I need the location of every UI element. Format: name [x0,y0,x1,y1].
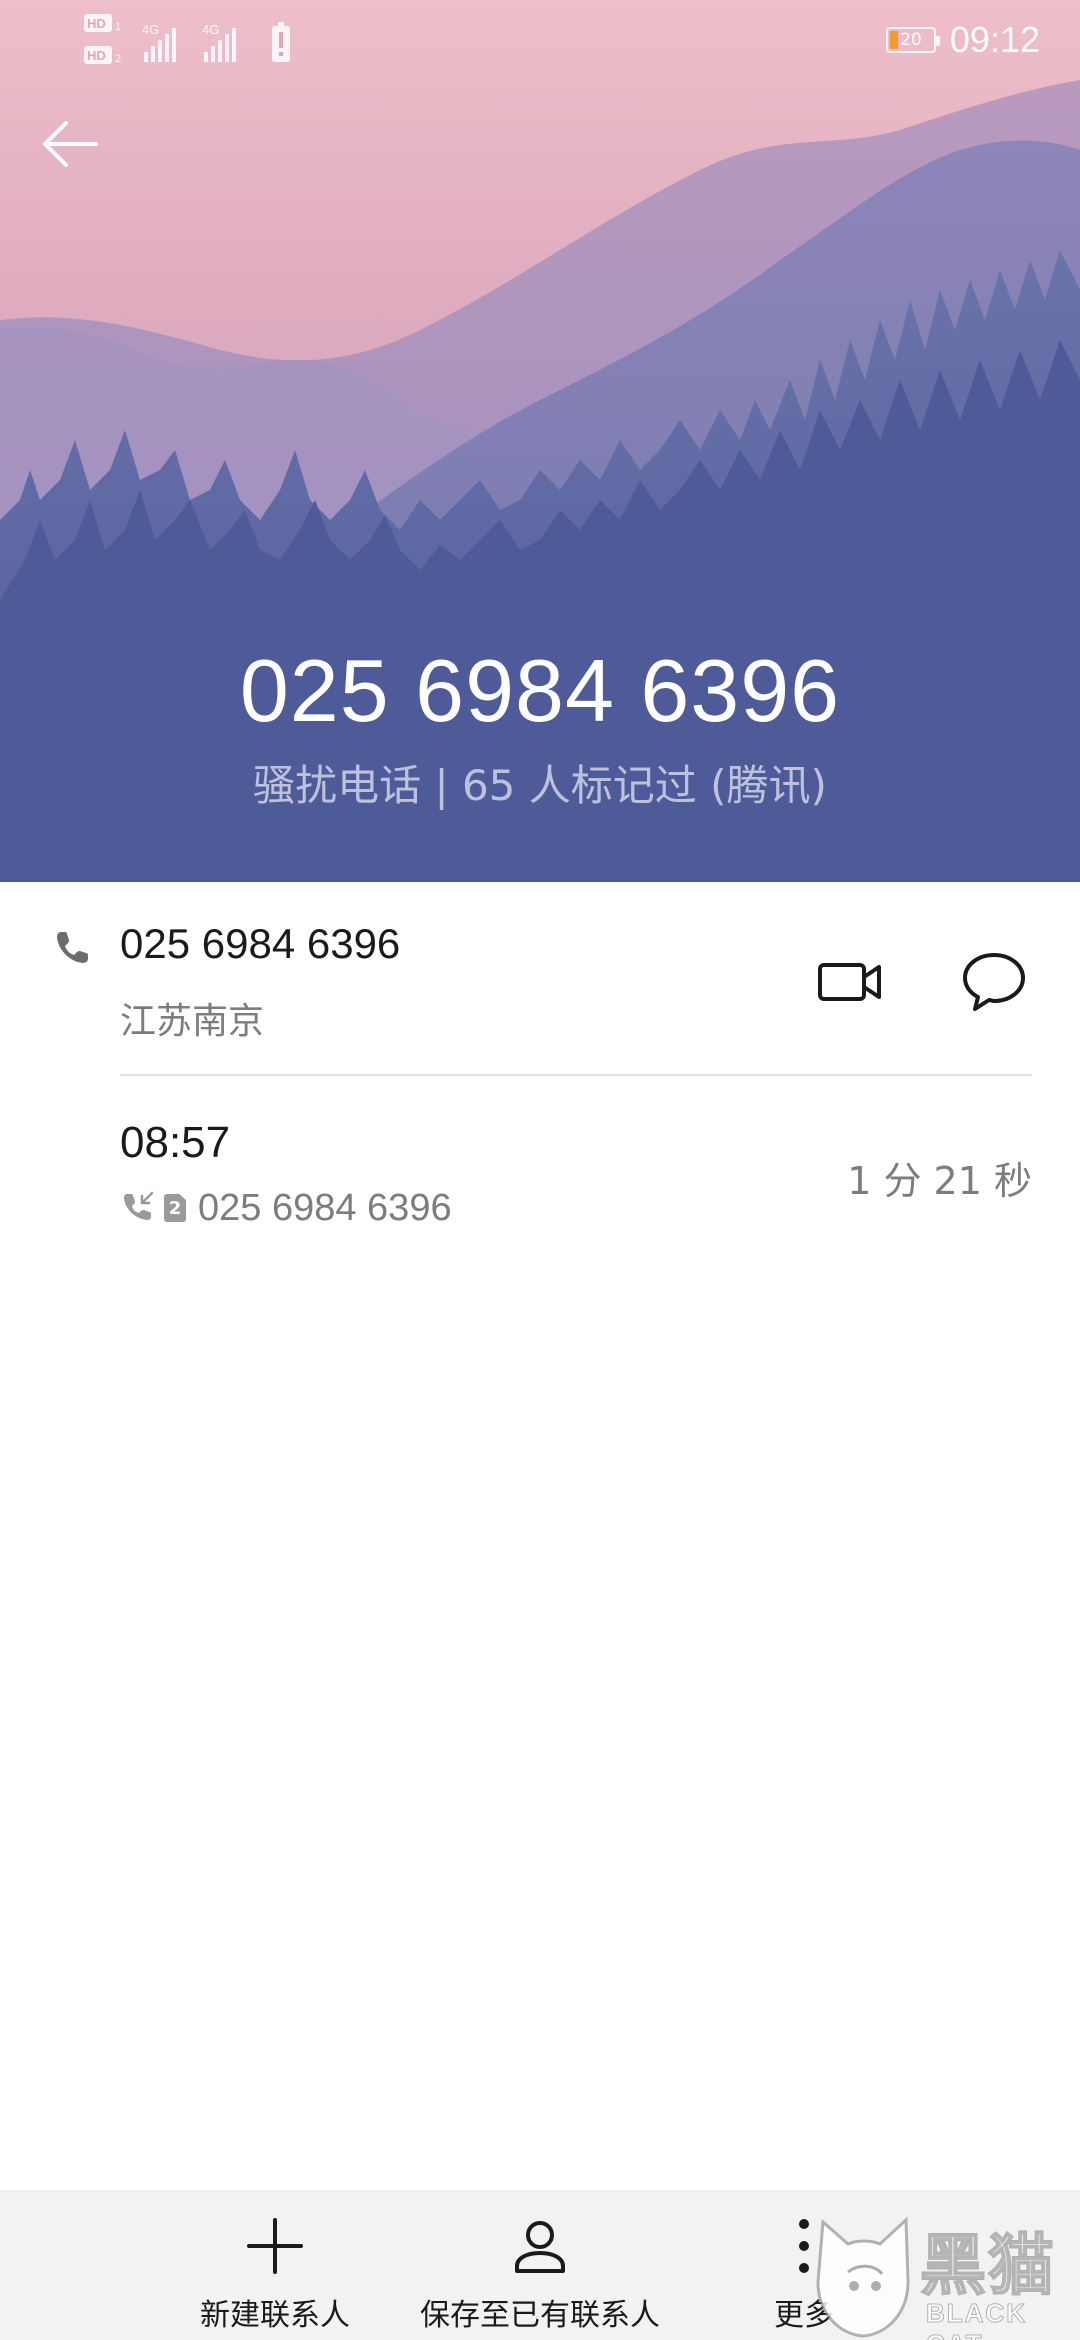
spam-tag-line: 骚扰电话 | 65 人标记过 (腾讯) [253,761,827,810]
battery-level: 20 [900,30,922,50]
message-button[interactable] [954,942,1034,1022]
person-icon [515,2221,565,2273]
sim-card-icon: 2 [164,1194,186,1222]
new-contact-button[interactable]: 新建联系人 [190,2190,360,2340]
new-contact-label: 新建联系人 [200,2298,350,2333]
header-phone-number: 025 6984 6396 [239,641,841,740]
call-detail-screen: HD 1 HD 2 4G 4G 20 09:12 025 6984 6396 骚… [0,0,1080,2340]
number-location: 江苏南京 [120,1001,265,1042]
call-number: 025 6984 6396 [198,1186,452,1229]
header-hero: HD 1 HD 2 4G 4G 20 09:12 025 6984 6396 骚… [0,0,1080,882]
mountain-background-image [0,0,1080,882]
cat-logo-icon [816,2216,910,2338]
status-bar-right: 20 09:12 [885,18,1040,62]
call-meta: 2 025 6984 6396 [120,1184,452,1232]
svg-text:HD: HD [87,16,106,31]
watermark-cn-text: 黑猫 [919,2226,1056,2305]
call-time: 08:57 [120,1118,231,1167]
phone-number: 025 6984 6396 [120,920,401,967]
signal-indicators-icon: HD 1 HD 2 4G 4G [84,14,290,65]
save-to-existing-contact-button[interactable]: 保存至已有联系人 [410,2190,670,2340]
black-cat-watermark: 黑猫 BLACK CAT [808,2212,1080,2340]
save-to-existing-label: 保存至已有联系人 [420,2298,660,2333]
battery-icon: 20 [885,27,940,53]
svg-text:4G: 4G [202,22,219,37]
incoming-call-icon [124,1191,154,1220]
status-time: 09:12 [949,19,1040,60]
call-log-entry[interactable]: 08:57 2 025 6984 6396 1 分 21 秒 [0,1080,1080,1260]
number-row[interactable]: 025 6984 6396 江苏南京 [0,882,1080,1076]
back-button[interactable] [40,104,130,184]
svg-text:2: 2 [115,53,121,65]
plus-icon [247,2218,303,2274]
call-duration: 1 分 21 秒 [847,1159,1032,1203]
svg-text:HD: HD [87,48,106,63]
video-call-icon [818,963,881,1001]
watermark-en-text: BLACK CAT [926,2298,1027,2340]
arrow-left-icon [43,121,98,167]
row-divider [120,1074,1032,1076]
video-call-button[interactable] [810,942,890,1022]
status-bar: HD 1 HD 2 4G 4G 20 09:12 [0,0,1080,80]
phone-icon [57,932,88,963]
svg-text:1: 1 [115,21,121,33]
svg-text:4G: 4G [142,22,159,37]
message-bubble-icon [963,953,1025,1011]
